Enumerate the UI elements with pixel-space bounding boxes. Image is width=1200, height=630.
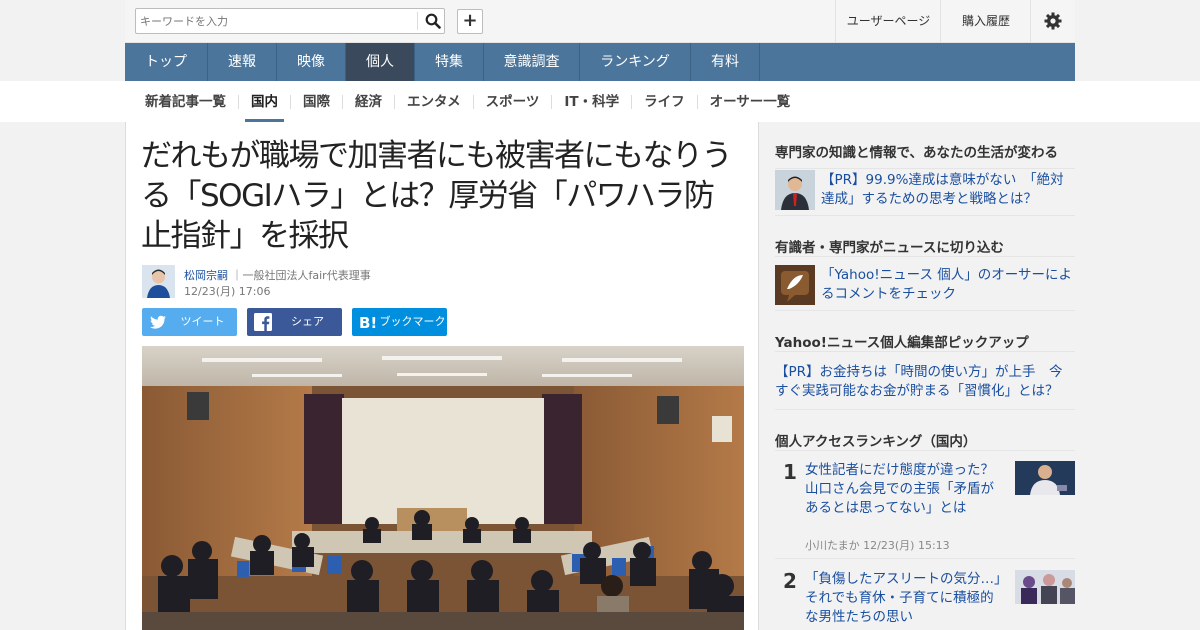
author-portrait [142, 265, 175, 298]
ranking-item-link[interactable]: 「負傷したアスリートの気分…」それでも育休・子育てに積極的な男性たちの思い [805, 570, 1005, 627]
subnav-item-life[interactable]: ライフ [632, 94, 698, 109]
facebook-share-label: シェア [291, 315, 324, 328]
subnav-item-domestic[interactable]: 国内 [239, 94, 291, 122]
nav-item-survey[interactable]: 意識調査 [484, 43, 580, 81]
author-separator: ｜ [231, 269, 243, 282]
article-photo [142, 346, 744, 630]
twitter-share-label: ツイート [180, 315, 225, 328]
comment-thumbnail[interactable] [775, 265, 815, 305]
author-line: 松岡宗嗣 ｜一般社団法人fair代表理事 [184, 267, 371, 283]
ranking-item-meta: 小川たまか 12/23(月) 15:13 [805, 539, 950, 552]
meeting-room-image [142, 346, 744, 630]
sidebar-link-expert-pr[interactable]: 【PR】99.9%達成は意味がない 「絶対達成」するための思考と戦略とは？ [821, 171, 1075, 209]
facebook-share-button[interactable]: シェア [247, 308, 342, 336]
author-role: 一般社団法人fair代表理事 [242, 269, 371, 282]
nav-item-breaking[interactable]: 速報 [208, 43, 277, 81]
ranking-thumb-image [1015, 570, 1075, 604]
subnav-item-sports[interactable]: スポーツ [474, 94, 553, 109]
nav-item-paid[interactable]: 有料 [691, 43, 760, 81]
hatena-bookmark-label: ブックマーク [379, 315, 446, 328]
search-icon[interactable] [425, 13, 441, 29]
user-page-link[interactable]: ユーザーページ [835, 0, 941, 43]
main-nav: トップ 速報 映像 個人 特集 意識調査 ランキング 有料 [125, 43, 1075, 81]
expert-thumbnail[interactable] [775, 170, 815, 210]
sidebar-divider [775, 215, 1075, 216]
search-divider [417, 12, 418, 30]
subnav-item-latest[interactable]: 新着記事一覧 [133, 94, 239, 109]
sidebar-heading-commentary: 有識者・専門家がニュースに切り込む [775, 240, 1004, 256]
search-box [135, 8, 445, 34]
subnav-item-authors[interactable]: オーサー一覧 [698, 95, 803, 109]
ranking-item-thumbnail[interactable] [1015, 461, 1075, 495]
search-input[interactable] [140, 12, 412, 30]
sidebar-heading-pickup: Yahoo!ニュース個人編集部ピックアップ [775, 335, 1029, 351]
nav-item-video[interactable]: 映像 [277, 43, 346, 81]
ranking-thumb-image [1015, 461, 1075, 495]
ranking-number: 2 [783, 569, 797, 593]
nav-item-top[interactable]: トップ [125, 43, 208, 81]
subnav-item-entertainment[interactable]: エンタメ [395, 94, 474, 109]
author-name[interactable]: 松岡宗嗣 [184, 269, 228, 282]
subnav-item-economy[interactable]: 経済 [343, 94, 395, 109]
sidebar-link-pickup-pr[interactable]: 【PR】お金持ちは「時間の使い方」が上手 今すぐ実践可能なお金が貯まる「習慣化」… [775, 363, 1075, 401]
article-date: 12/23(月) 17:06 [184, 285, 271, 298]
quill-icon [775, 265, 815, 305]
nav-item-features[interactable]: 特集 [415, 43, 484, 81]
sidebar: 専門家の知識と情報で、あなたの生活が変わる 【PR】99.9%達成は意味がない … [775, 122, 1075, 630]
expert-portrait [775, 170, 815, 210]
ranking-item-thumbnail[interactable] [1015, 570, 1075, 604]
add-button[interactable]: + [457, 9, 483, 34]
sidebar-heading-ranking: 個人アクセスランキング（国内） [775, 434, 977, 450]
top-bar: + ユーザーページ 購入履歴 [125, 0, 1075, 43]
sidebar-divider [775, 450, 1075, 451]
subnav-item-it-science[interactable]: IT・科学 [552, 94, 633, 109]
purchase-history-link[interactable]: 購入履歴 [940, 0, 1031, 43]
ranking-item-link[interactable]: 女性記者にだけ態度が違った？ 山口さん会見での主張「矛盾があるとは思ってない」と… [805, 461, 1008, 518]
article-title: だれもが職場で加害者にも被害者にもなりうる「SOGIハラ」とは？厚労省「パワハラ… [141, 138, 733, 254]
nav-item-individual[interactable]: 個人 [346, 43, 415, 81]
gear-icon [1044, 12, 1062, 30]
sidebar-divider [775, 310, 1075, 311]
category-nav: 新着記事一覧 国内 国際 経済 エンタメ スポーツ IT・科学 ライフ オーサー… [125, 81, 1075, 122]
settings-button[interactable] [1030, 0, 1075, 43]
sidebar-divider [775, 351, 1075, 352]
article-main: だれもが職場で加害者にも被害者にもなりうる「SOGIハラ」とは？厚労省「パワハラ… [125, 122, 759, 630]
sidebar-link-author-comments[interactable]: 「Yahoo!ニュース 個人」のオーサーによるコメントをチェック [821, 266, 1075, 304]
hatena-bookmark-button[interactable]: B! ブックマーク [352, 308, 447, 336]
sidebar-divider [775, 558, 1075, 559]
subnav-item-international[interactable]: 国際 [291, 94, 343, 109]
sidebar-divider [775, 409, 1075, 410]
twitter-share-button[interactable]: ツイート [142, 308, 237, 336]
ranking-number: 1 [783, 460, 797, 484]
sidebar-heading-expert: 専門家の知識と情報で、あなたの生活が変わる [775, 141, 1075, 169]
nav-item-ranking[interactable]: ランキング [580, 43, 691, 81]
sidebar-divider [775, 256, 1075, 257]
author-avatar[interactable] [142, 265, 175, 298]
